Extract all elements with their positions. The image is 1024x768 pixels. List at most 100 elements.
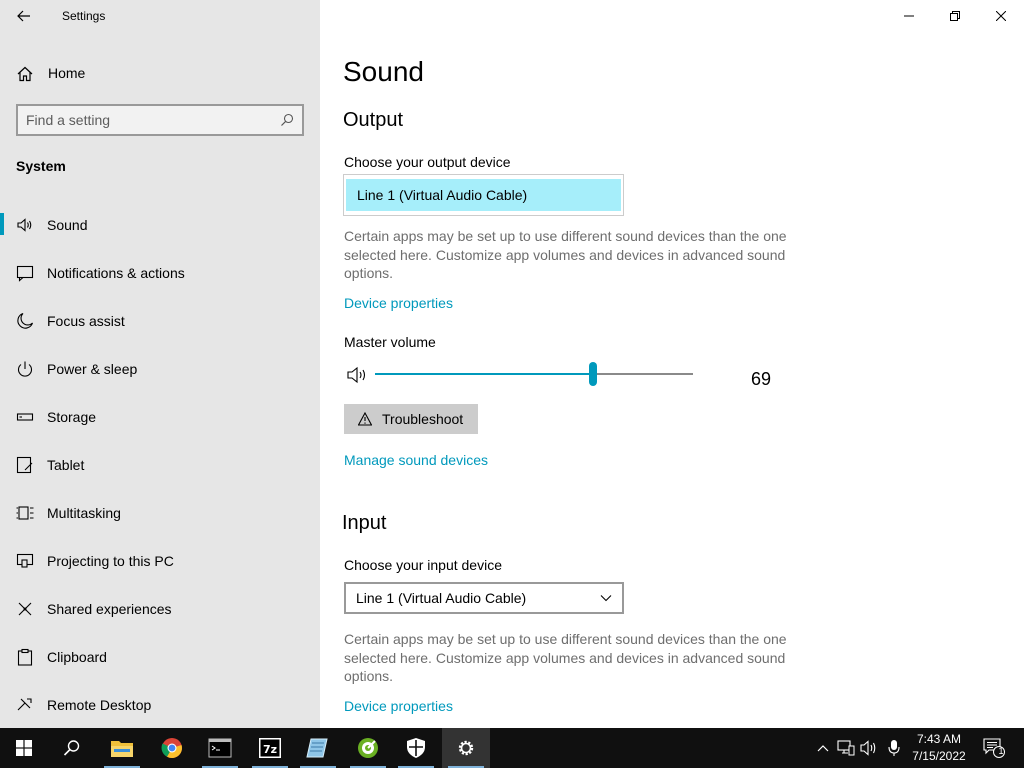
clock[interactable]: 7:43 AM 7/15/2022 — [906, 731, 972, 765]
volume-icon — [860, 740, 876, 756]
remote-desktop-icon — [17, 698, 32, 711]
title-bar: Settings — [0, 0, 320, 32]
clipboard-icon — [17, 648, 33, 666]
search-icon[interactable] — [280, 113, 294, 127]
svg-text:7z: 7z — [263, 743, 277, 756]
restore-icon — [950, 11, 960, 21]
master-volume-label: Master volume — [344, 334, 436, 350]
back-arrow-icon — [17, 10, 30, 22]
sidebar-item-clipboard[interactable]: Clipboard — [0, 632, 320, 680]
sidebar-item-focus-assist[interactable]: Focus assist — [0, 296, 320, 344]
sidebar-item-shared-experiences[interactable]: Shared experiences — [0, 584, 320, 632]
tablet-icon — [16, 456, 33, 474]
back-button[interactable] — [8, 2, 40, 30]
notepad-icon — [306, 738, 328, 758]
close-icon — [996, 11, 1006, 21]
sidebar-item-projecting[interactable]: Projecting to this PC — [0, 536, 320, 584]
output-device-value: Line 1 (Virtual Audio Cable) — [357, 187, 528, 203]
sidebar-item-power-sleep[interactable]: Power & sleep — [0, 344, 320, 392]
input-device-label: Choose your input device — [344, 557, 502, 573]
manage-sound-devices-link[interactable]: Manage sound devices — [344, 452, 488, 468]
sidebar-item-label: Shared experiences — [47, 601, 172, 617]
chevron-up-icon — [817, 745, 829, 752]
7zip-button[interactable]: 7z — [246, 728, 294, 768]
microphone-icon — [888, 740, 900, 756]
search-box[interactable] — [16, 104, 304, 136]
input-device-properties-link[interactable]: Device properties — [344, 698, 453, 714]
output-device-properties-link[interactable]: Device properties — [344, 295, 453, 311]
sidebar-item-label: Sound — [47, 217, 88, 233]
sidebar: Settings Home System Sound Notifications… — [0, 0, 320, 728]
sidebar-item-storage[interactable]: Storage — [0, 392, 320, 440]
sidebar-item-label: Focus assist — [47, 313, 125, 329]
sidebar-item-label: Power & sleep — [47, 361, 138, 377]
warning-icon — [358, 412, 372, 426]
sidebar-item-multitasking[interactable]: Multitasking — [0, 488, 320, 536]
taskbar-search-button[interactable] — [48, 728, 96, 768]
sidebar-item-label: Multitasking — [47, 505, 121, 521]
sidebar-item-sound[interactable]: Sound — [0, 200, 320, 248]
app-icon — [358, 738, 378, 758]
settings-button[interactable] — [442, 728, 490, 768]
app-button[interactable] — [344, 728, 392, 768]
page-title: Sound — [343, 56, 424, 87]
volume-value: 69 — [751, 369, 772, 389]
projecting-icon — [16, 553, 34, 568]
terminal-button[interactable] — [196, 728, 244, 768]
moon-icon — [17, 312, 34, 329]
close-button[interactable] — [978, 0, 1024, 32]
master-volume-slider[interactable] — [375, 362, 693, 386]
notepad-button[interactable] — [294, 728, 342, 768]
chrome-button[interactable] — [148, 728, 196, 768]
home-label: Home — [48, 65, 86, 81]
slider-thumb[interactable] — [589, 362, 597, 386]
troubleshoot-button[interactable]: Troubleshoot — [344, 404, 478, 434]
clock-date: 7/15/2022 — [912, 749, 966, 763]
slider-fill — [375, 373, 593, 375]
volume-tray-button[interactable] — [860, 738, 880, 758]
notifications-icon — [16, 265, 34, 282]
shared-experiences-icon — [18, 602, 32, 616]
volume-icon[interactable] — [346, 365, 370, 385]
start-button[interactable] — [0, 728, 48, 768]
settings-icon — [458, 740, 474, 756]
network-tray-button[interactable] — [836, 738, 856, 758]
microphone-tray-button[interactable] — [884, 738, 904, 758]
file-explorer-icon — [111, 741, 133, 757]
security-button[interactable] — [392, 728, 440, 768]
speaker-icon — [17, 218, 32, 232]
selection-indicator — [0, 213, 4, 235]
sidebar-item-label: Tablet — [47, 457, 85, 473]
search-input[interactable] — [26, 110, 276, 130]
sidebar-item-label: Remote Desktop — [47, 697, 152, 713]
input-device-value: Line 1 (Virtual Audio Cable) — [356, 590, 527, 606]
7zip-icon: 7z — [259, 738, 281, 758]
nav-list: Sound Notifications & actions Focus assi… — [0, 200, 320, 728]
sidebar-item-label: Clipboard — [47, 649, 107, 665]
app-title: Settings — [62, 9, 106, 23]
sidebar-item-home[interactable]: Home — [0, 56, 320, 90]
sidebar-item-remote-desktop[interactable]: Remote Desktop — [0, 680, 320, 728]
input-heading: Input — [342, 512, 387, 534]
multitasking-icon — [16, 506, 34, 520]
input-device-dropdown[interactable]: Line 1 (Virtual Audio Cable) — [344, 582, 624, 614]
output-description: Certain apps may be set up to use differ… — [344, 228, 787, 281]
output-device-option[interactable]: Line 1 (Virtual Audio Cable) — [346, 179, 621, 211]
start-icon — [16, 740, 32, 756]
show-hidden-icons-button[interactable] — [813, 738, 833, 758]
output-device-dropdown[interactable]: Line 1 (Virtual Audio Cable) — [343, 174, 624, 216]
minimize-icon — [904, 15, 914, 17]
sidebar-item-notifications[interactable]: Notifications & actions — [0, 248, 320, 296]
minimize-button[interactable] — [886, 0, 932, 32]
search-icon — [63, 740, 80, 756]
terminal-icon — [208, 738, 232, 758]
taskbar: 7z 7:43 AM 7/15/2022 1 — [0, 728, 1024, 768]
action-center-button[interactable]: 1 — [982, 738, 1006, 758]
chevron-down-icon — [600, 595, 612, 602]
restore-button[interactable] — [932, 0, 978, 32]
sidebar-item-label: Notifications & actions — [47, 265, 185, 281]
sidebar-item-tablet[interactable]: Tablet — [0, 440, 320, 488]
troubleshoot-label: Troubleshoot — [382, 411, 464, 427]
network-icon — [837, 740, 855, 756]
file-explorer-button[interactable] — [98, 728, 146, 768]
